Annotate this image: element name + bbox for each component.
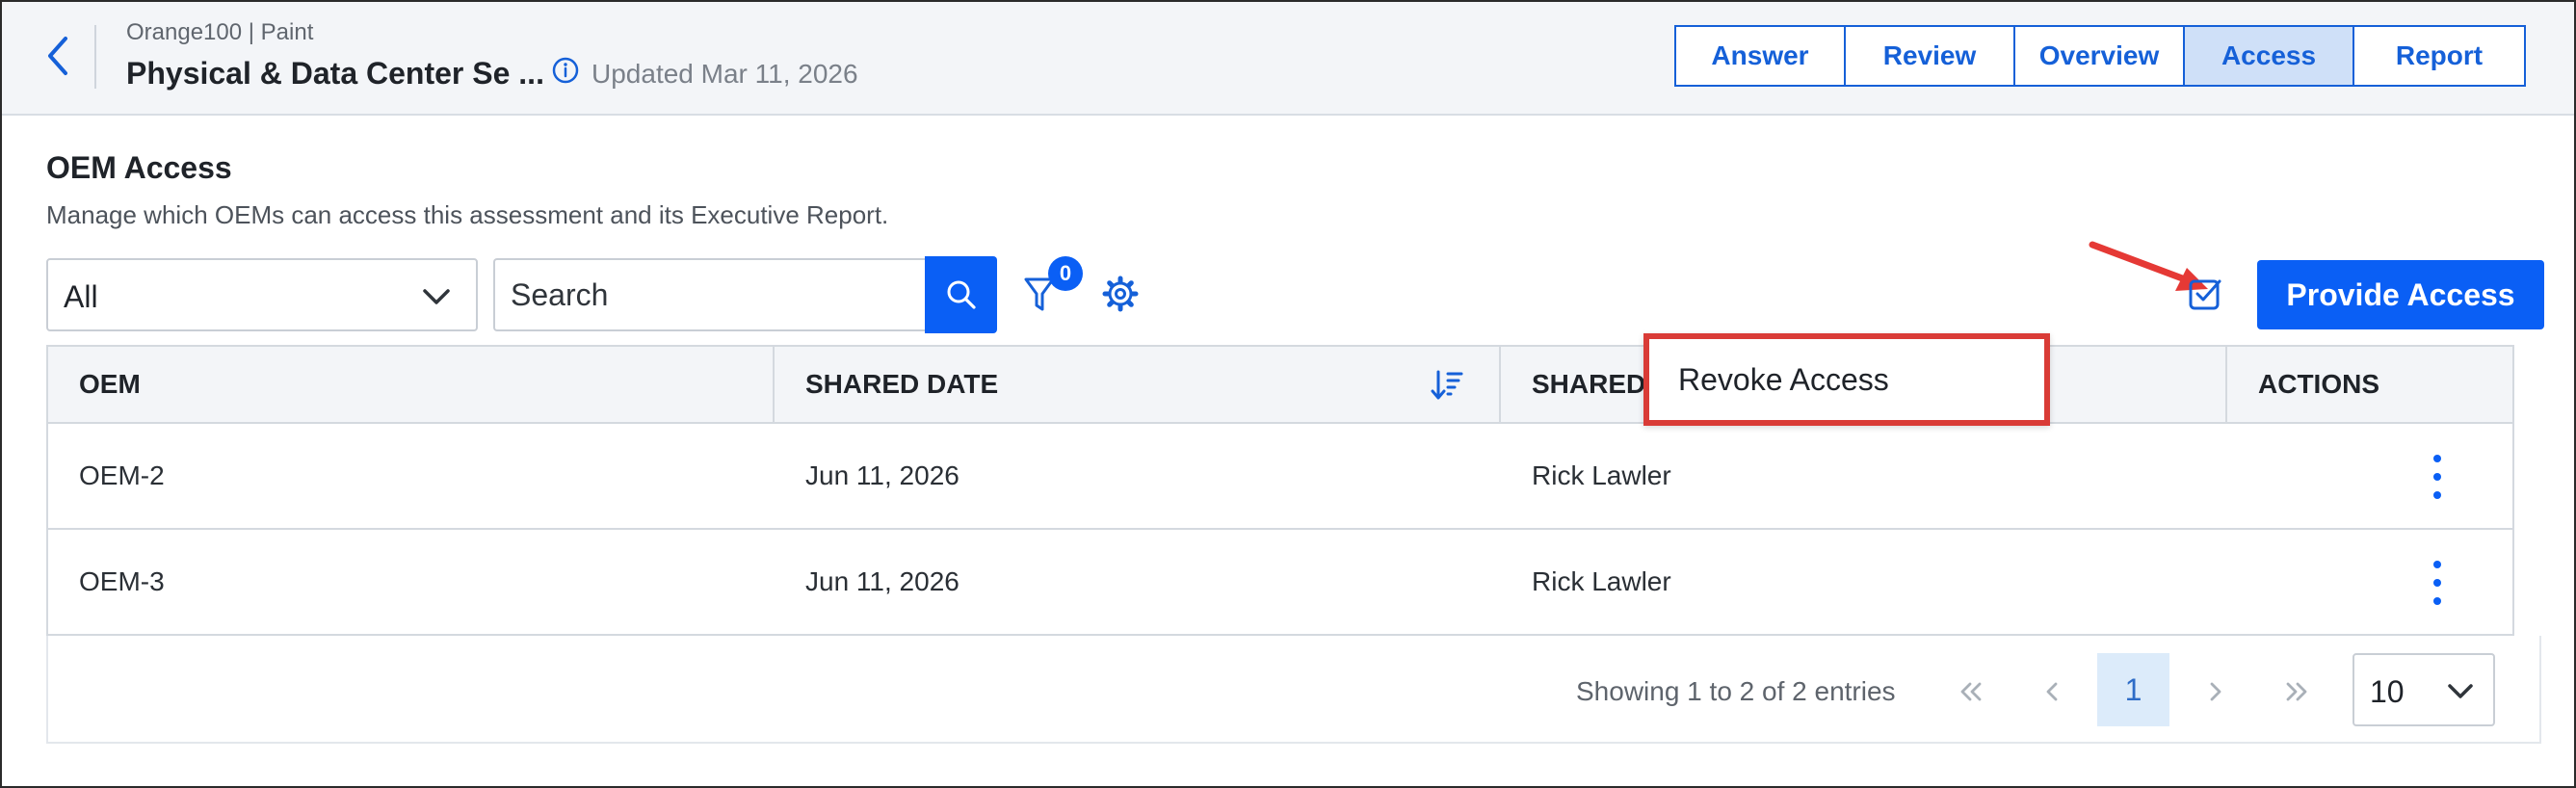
column-header-actions: ACTIONS: [2258, 369, 2379, 399]
cell-shared-date: Jun 11, 2026: [805, 460, 959, 490]
first-page-icon[interactable]: [1954, 674, 1988, 709]
select-value: All: [64, 279, 98, 314]
chevron-left-icon: [48, 37, 67, 75]
table-header: OEM SHARED DATE SHARED ACTIONS: [48, 347, 2512, 424]
gear-icon: [1102, 276, 1139, 312]
tab-report[interactable]: Report: [2354, 27, 2524, 85]
select-all-button[interactable]: [2187, 276, 2223, 312]
search-icon: [947, 280, 976, 309]
pagination-summary: Showing 1 to 2 of 2 entries: [1576, 676, 1896, 706]
cell-oem: OEM-3: [79, 566, 165, 596]
oem-access-table: OEM SHARED DATE SHARED ACTIONS OEM-2 Jun…: [46, 345, 2514, 636]
breadcrumb: Orange100 | Paint: [126, 19, 314, 45]
chevron-down-icon: [423, 289, 450, 304]
page-header: Orange100 | Paint Physical & Data Center…: [2, 2, 2574, 116]
header-divider: [94, 25, 96, 89]
page-size-select[interactable]: 10: [2353, 653, 2495, 726]
column-header-shared-date[interactable]: SHARED DATE: [775, 347, 1501, 422]
cell-oem: OEM-2: [79, 460, 165, 490]
column-header-shared-date-label: SHARED DATE: [805, 369, 999, 399]
settings-button[interactable]: [1100, 274, 1141, 314]
row-actions-kebab-icon[interactable]: [2428, 455, 2447, 499]
checkbox-checked-icon: [2189, 279, 2221, 310]
back-button[interactable]: [40, 31, 75, 81]
filter-count-badge: 0: [1048, 256, 1083, 291]
tab-access[interactable]: Access: [2185, 27, 2354, 85]
previous-page-icon[interactable]: [2035, 674, 2069, 709]
last-page-icon[interactable]: [2279, 674, 2314, 709]
cell-shared-date: Jun 11, 2026: [805, 566, 959, 596]
page-title: Physical & Data Center Se ...: [126, 56, 544, 91]
page-number-current[interactable]: 1: [2097, 653, 2169, 726]
table-row: OEM-3 Jun 11, 2026 Rick Lawler: [48, 530, 2512, 636]
cell-shared-by: Rick Lawler: [1532, 460, 1671, 490]
actions-dropdown-menu: Revoke Access: [1643, 333, 2050, 426]
column-header-oem: OEM: [48, 347, 775, 422]
cell-shared-by: Rick Lawler: [1532, 566, 1671, 596]
chevron-down-icon: [2448, 684, 2473, 698]
tab-answer[interactable]: Answer: [1676, 27, 1846, 85]
section-title: OEM Access: [46, 150, 232, 185]
page-size-value: 10: [2370, 674, 2405, 709]
updated-date: Updated Mar 11, 2026: [591, 59, 858, 89]
search-button[interactable]: [925, 256, 997, 333]
revoke-access-menu-item[interactable]: Revoke Access: [1678, 362, 1889, 398]
table-row: OEM-2 Jun 11, 2026 Rick Lawler: [48, 424, 2512, 530]
search-input[interactable]: [493, 258, 927, 331]
tab-review[interactable]: Review: [1846, 27, 2015, 85]
next-page-icon[interactable]: [2198, 674, 2233, 709]
section-description: Manage which OEMs can access this assess…: [46, 200, 889, 229]
view-tabs: Answer Review Overview Access Report: [1674, 25, 2526, 87]
info-icon[interactable]: [552, 57, 579, 84]
oem-filter-select[interactable]: All: [46, 258, 478, 331]
sort-descending-icon[interactable]: [1430, 368, 1464, 403]
row-actions-kebab-icon[interactable]: [2428, 561, 2447, 605]
provide-access-button[interactable]: Provide Access: [2257, 260, 2544, 329]
tab-overview[interactable]: Overview: [2015, 27, 2185, 85]
